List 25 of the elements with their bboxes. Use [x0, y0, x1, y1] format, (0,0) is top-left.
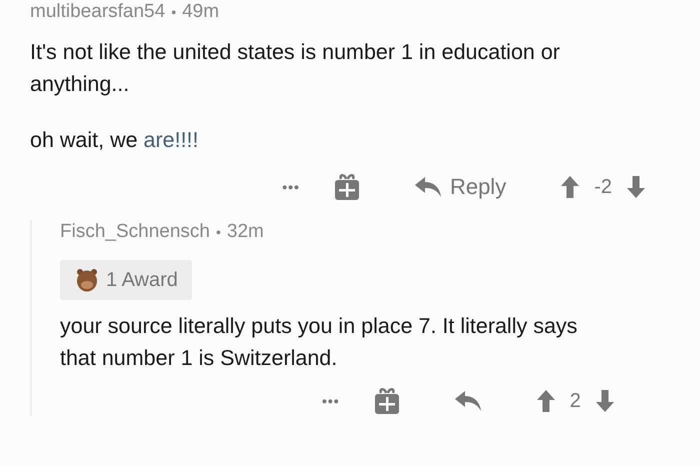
- username[interactable]: Fisch_Schnensch: [60, 221, 210, 243]
- separator-dot: •: [216, 224, 221, 240]
- reply-arrow-icon: [414, 176, 442, 198]
- comment-text: It's not like the united states is number 1 in education or anything...: [30, 39, 561, 98]
- separator-dot: •: [171, 4, 176, 20]
- downvote-icon[interactable]: [626, 175, 646, 199]
- username[interactable]: multibearsfan54: [30, 1, 166, 23]
- comment-age: 32m: [226, 221, 264, 243]
- upvote-icon[interactable]: [560, 175, 580, 199]
- gift-icon[interactable]: [374, 387, 400, 415]
- bear-icon: [76, 268, 98, 292]
- more-button[interactable]: •••: [282, 179, 300, 195]
- upvote-icon[interactable]: [536, 389, 556, 413]
- reply-arrow-icon: [454, 390, 482, 412]
- vote-score: -2: [594, 176, 612, 198]
- downvote-icon[interactable]: [594, 389, 615, 413]
- comment-age: 49m: [182, 1, 220, 23]
- reply-button[interactable]: Reply: [410, 170, 510, 204]
- vote-score: 2: [570, 390, 581, 412]
- gift-icon[interactable]: [334, 173, 360, 201]
- comment-text: oh wait, we are!!!!: [30, 127, 200, 154]
- comment-text: your source literally puts you in place 7. It literally says that number 1 is Switzerland.: [60, 313, 578, 372]
- award-badge[interactable]: 1 Award: [60, 260, 192, 300]
- link[interactable]: are!!!!: [144, 128, 198, 152]
- more-button[interactable]: •••: [322, 393, 340, 409]
